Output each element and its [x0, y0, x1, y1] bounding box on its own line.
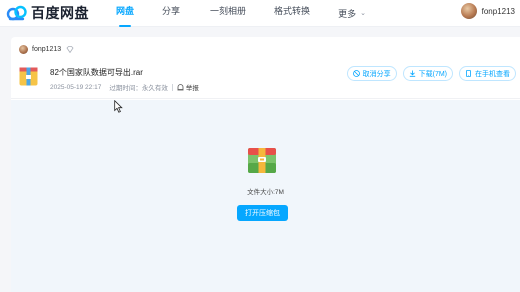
logo-text: 百度网盘 — [31, 5, 89, 21]
username: fonp1213 — [481, 6, 515, 16]
cloud-logo-icon — [6, 5, 27, 21]
view-on-phone-label: 在手机查看 — [475, 70, 510, 78]
divider — [171, 83, 173, 91]
download-icon — [409, 70, 415, 77]
share-card: fonp1213 82个国家队数据可导出.rar 2025-05-19 22:1… — [11, 37, 520, 292]
report-label: 举报 — [185, 85, 199, 92]
file-size-text: 文件大小:7M — [247, 189, 284, 196]
sharer-info: fonp1213 — [19, 45, 74, 54]
nav-tab-more[interactable]: 更多 ⌄ — [338, 0, 366, 27]
file-row: 82个国家队数据可导出.rar 2025-05-19 22:17 过期时间：永久… — [11, 63, 520, 99]
rar-archive-icon — [248, 148, 276, 173]
report-link[interactable]: 举报 — [177, 82, 199, 92]
main-nav: 网盘 分享 一刻相册 格式转换 更多 ⌄ — [108, 0, 366, 27]
file-meta: 2025-05-19 22:17 过期时间：永久有效 举报 — [50, 82, 199, 92]
user-menu[interactable]: fonp1213 — [460, 3, 515, 19]
nav-tab-format-convert[interactable]: 格式转换 — [274, 0, 310, 27]
chevron-down-icon: ⌄ — [360, 9, 366, 17]
download-label: 下载(7M) — [418, 70, 447, 78]
nav-tab-netdisk[interactable]: 网盘 — [116, 0, 134, 27]
cancel-share-button[interactable]: 取消分享 — [346, 66, 397, 81]
mouse-cursor-icon — [114, 100, 123, 113]
download-button[interactable]: 下载(7M) — [402, 66, 453, 81]
top-navigation-bar: 百度网盘 网盘 分享 一刻相册 格式转换 更多 ⌄ fonp1213 — [0, 0, 520, 27]
baidu-netdisk-logo[interactable]: 百度网盘 — [6, 3, 89, 23]
avatar[interactable] — [460, 3, 477, 19]
file-preview-area: 文件大小:7M 打开压缩包 — [11, 100, 520, 292]
sharer-avatar — [19, 45, 28, 54]
sharer-name: fonp1213 — [32, 46, 62, 53]
file-name: 82个国家队数据可导出.rar — [50, 68, 143, 77]
nav-tab-share[interactable]: 分享 — [162, 0, 180, 27]
cancel-share-label: 取消分享 — [362, 70, 391, 78]
phone-icon — [466, 70, 471, 77]
share-date: 2025-05-19 22:17 — [50, 83, 102, 91]
nav-more-label: 更多 — [338, 8, 357, 19]
view-on-phone-button[interactable]: 在手机查看 — [459, 66, 516, 81]
report-icon — [177, 83, 184, 90]
cancel-icon — [352, 70, 360, 77]
open-archive-button[interactable]: 打开压缩包 — [237, 205, 288, 221]
rar-file-icon — [19, 67, 38, 86]
nav-tab-moment-album[interactable]: 一刻相册 — [210, 0, 246, 27]
expiry-info: 过期时间：永久有效 — [109, 85, 168, 92]
share-actions: 取消分享 下载(7M) 在手机查看 — [341, 66, 516, 81]
diamond-icon — [66, 46, 74, 53]
